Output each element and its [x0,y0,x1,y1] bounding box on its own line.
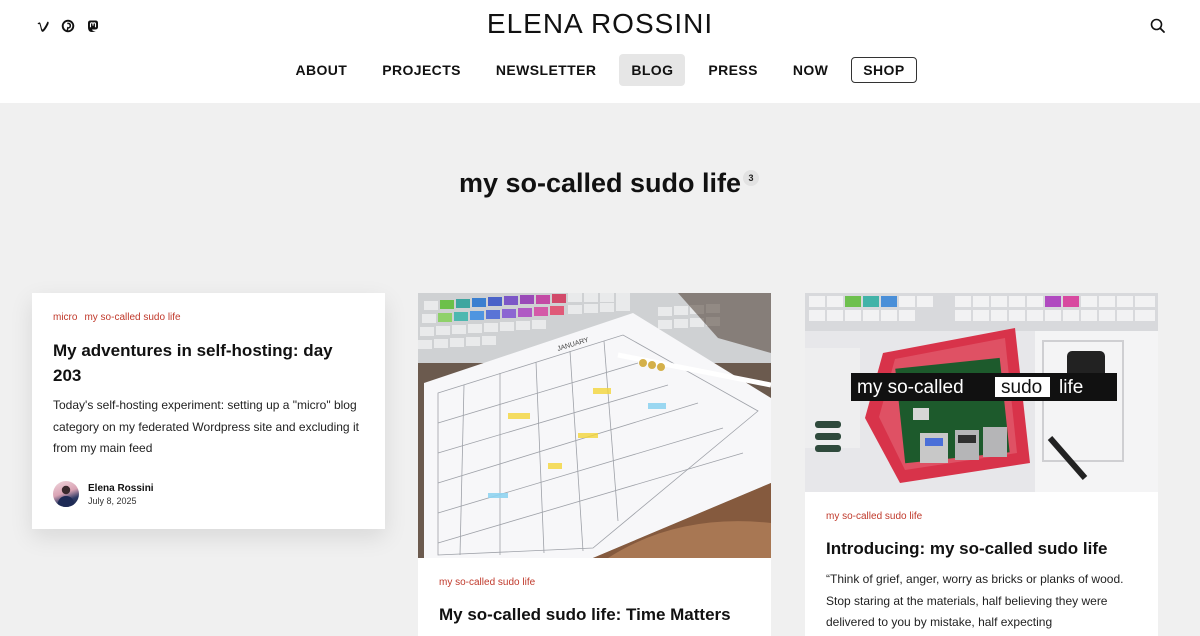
post-title[interactable]: Introducing: my so-called sudo life [826,536,1146,561]
category-link[interactable]: my so-called sudo life [439,577,535,588]
main-nav: ABOUT PROJECTS NEWSLETTER BLOG PRESS NOW… [0,54,1200,86]
post-card[interactable]: my so-called sudo life my so-called sudo… [805,293,1158,636]
nav-about[interactable]: ABOUT [283,54,359,86]
category-link[interactable]: my so-called sudo life [84,312,180,323]
nav-now[interactable]: NOW [781,54,840,86]
post-card[interactable]: micro my so-called sudo life My adventur… [32,293,385,529]
nav-press[interactable]: PRESS [696,54,769,86]
nav-projects[interactable]: PROJECTS [370,54,473,86]
post-categories: my so-called sudo life [439,577,535,588]
nav-blog[interactable]: BLOG [619,54,686,86]
search-icon[interactable] [1149,17,1167,35]
post-excerpt: “Think of grief, anger, worry as bricks … [826,572,1124,629]
post-card[interactable]: JANUARY my so-called sudo life My so-cal… [418,293,771,636]
keyboard-keys [805,293,1158,331]
category-title: my so-called sudo life 3 [0,168,1200,199]
site-title[interactable]: ELENA ROSSINI [0,8,1200,40]
category-link[interactable]: micro [53,312,77,323]
thumbnail-caption-highlight: sudo [1001,377,1042,398]
thumbnail-caption-prefix: my so-called [857,377,964,398]
post-thumbnail-calendar[interactable]: JANUARY [418,293,771,558]
post-thumbnail-raspberry-pi[interactable]: my so-called sudo life [805,293,1158,492]
category-title-text: my so-called sudo life [458,168,742,198]
post-excerpt: Today's self-hosting experiment: setting… [53,398,359,455]
nav-newsletter[interactable]: NEWSLETTER [484,54,608,86]
category-link[interactable]: my so-called sudo life [826,511,922,522]
site-header: ELENA ROSSINI ABOUT PROJECTS NEWSLETTER … [0,0,1200,103]
author-name[interactable]: Elena Rossini [88,483,154,494]
avatar[interactable] [53,481,79,507]
nav-shop-button[interactable]: SHOP [851,57,917,83]
thumbnail-caption-suffix: life [1059,377,1083,398]
post-count-badge: 3 [743,170,760,186]
post-title[interactable]: My so-called sudo life: Time Matters [439,602,759,627]
post-categories: my so-called sudo life [826,511,922,522]
post-title[interactable]: My adventures in self-hosting: day 203 [53,338,365,388]
post-author: Elena Rossini July 8, 2025 [53,481,154,507]
post-categories: micro my so-called sudo life [53,312,181,323]
post-date: July 8, 2025 [88,495,137,506]
